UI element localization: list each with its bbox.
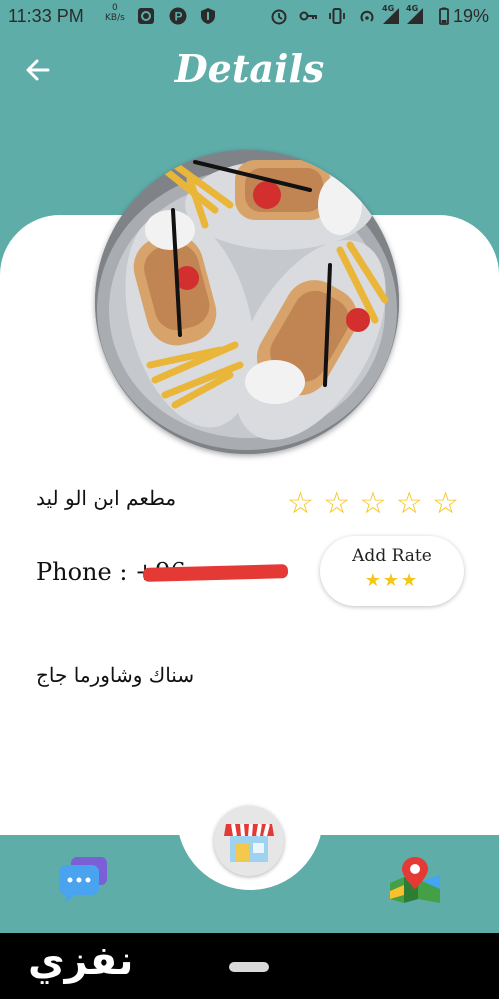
parking-icon: P [169, 7, 187, 25]
key-icon [299, 11, 317, 21]
star-icon[interactable]: ☆ [396, 488, 423, 522]
restaurant-photo [95, 150, 399, 454]
status-time: 11:33 PM [8, 6, 84, 26]
hotspot-icon [360, 10, 374, 22]
chat-icon[interactable] [57, 855, 109, 905]
alarm-icon [271, 9, 287, 25]
svg-text:P: P [175, 10, 183, 24]
star-icon[interactable]: ☆ [323, 488, 350, 522]
add-rate-stars: ★★★ [364, 570, 420, 591]
shield-icon [201, 8, 215, 24]
star-icon[interactable]: ☆ [360, 488, 387, 522]
food-plate-image [95, 150, 399, 454]
battery-icon [439, 7, 449, 25]
add-rate-label: Add Rate [352, 546, 432, 566]
page-title: Details [174, 46, 325, 91]
watermark-logo: نفزي [28, 938, 134, 984]
vibrate-icon [329, 8, 345, 24]
net-speed: 0 KB/s [105, 3, 125, 23]
shop-button[interactable] [214, 806, 284, 876]
status-bar: 11:33 PM 0 KB/s P 4G 4G 19% [0, 0, 499, 34]
signal-icon-2 [407, 8, 423, 24]
rating-stars[interactable]: ☆ ☆ ☆ ☆ ☆ [287, 488, 459, 522]
shop-icon [224, 823, 274, 862]
add-rate-button[interactable]: Add Rate ★★★ [320, 536, 464, 606]
star-icon[interactable]: ☆ [287, 488, 314, 522]
home-button[interactable] [229, 962, 269, 972]
record-icon [138, 8, 154, 24]
restaurant-description: سناك وشاورما جاج [36, 663, 195, 687]
star-icon[interactable]: ☆ [432, 488, 459, 522]
app-bar: Details [0, 34, 499, 114]
restaurant-name: مطعم ابن الو ليد [36, 486, 177, 510]
signal-icon-1 [383, 8, 399, 24]
map-pin-icon[interactable] [388, 855, 442, 905]
battery-percent: 19% [452, 6, 489, 26]
